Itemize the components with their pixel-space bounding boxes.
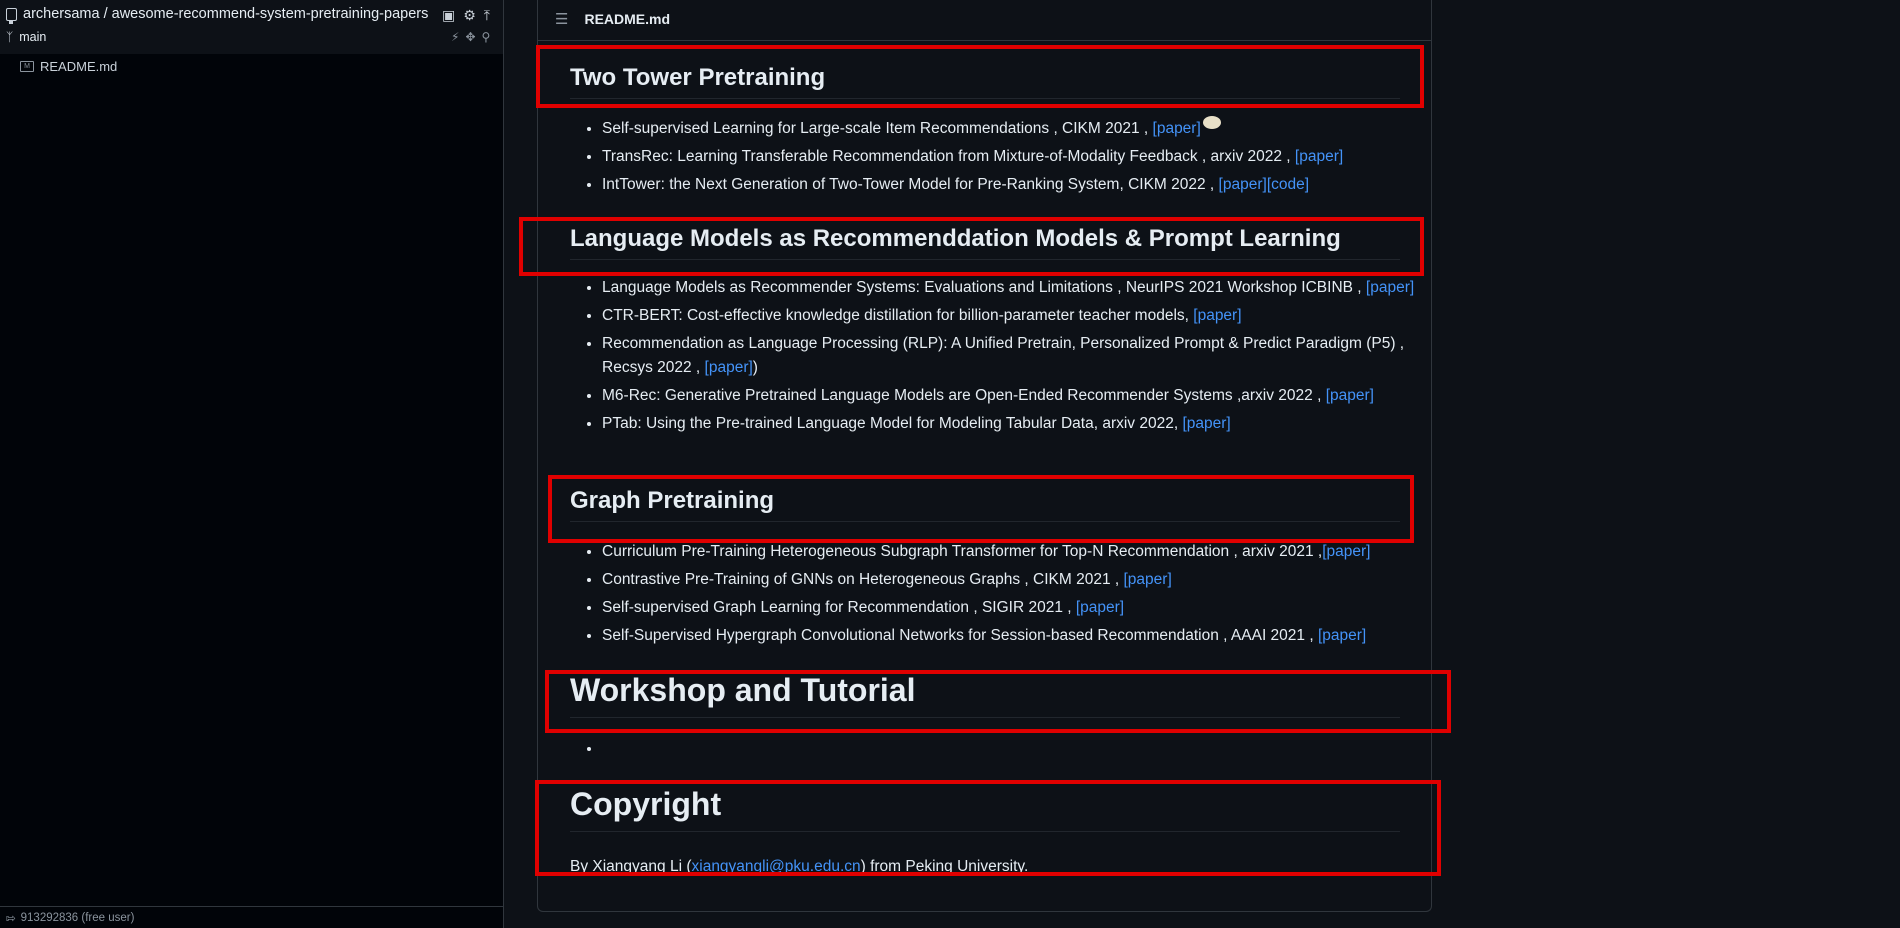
zap-icon[interactable]: ⚡ (451, 30, 459, 44)
branch-row[interactable]: ᛉ main (6, 30, 46, 44)
copyright-text: By Xiangyang Li (xiangyangli@pku.edu.cn)… (570, 858, 1028, 876)
list-item: Curriculum Pre-Training Heterogeneous Su… (602, 540, 1432, 564)
list-item: M6-Rec: Generative Pretrained Language M… (602, 384, 1432, 408)
heading-two-tower: Two Tower Pretraining (570, 64, 1400, 99)
heading-workshop: Workshop and Tutorial (570, 672, 1400, 718)
list-item: Language Models as Recommender Systems: … (602, 276, 1432, 300)
item-text: Language Models as Recommender Systems: … (602, 279, 1366, 296)
code-link[interactable]: [code] (1267, 176, 1309, 193)
item-text: Self-supervised Graph Learning for Recom… (602, 599, 1076, 616)
item-text: Contrastive Pre-Training of GNNs on Hete… (602, 571, 1124, 588)
move-icon[interactable]: ✥ (465, 30, 475, 44)
branch-icon: ᛉ (6, 30, 14, 44)
repo-title[interactable]: archersama / awesome-recommend-system-pr… (23, 6, 428, 22)
list-item-empty (602, 737, 1432, 761)
repo-icon (6, 7, 17, 24)
repo-title-row[interactable]: archersama / awesome-recommend-system-pr… (6, 6, 428, 24)
item-suffix: ) (752, 359, 758, 376)
list-workshop (570, 737, 1432, 765)
list-item: CTR-BERT: Cost-effective knowledge disti… (602, 304, 1432, 328)
paper-link[interactable]: [paper] (1076, 599, 1124, 616)
list-icon[interactable]: ☰ (555, 10, 568, 28)
list-item: Contrastive Pre-Training of GNNs on Hete… (602, 568, 1432, 592)
copyright-from: ) from Peking University. (860, 858, 1029, 875)
list-item: Self-supervised Learning for Large-scale… (602, 116, 1432, 141)
email-link[interactable]: xiangyangli@pku.edu.cn (692, 858, 861, 875)
tree-item-label: README.md (40, 59, 118, 74)
paper-link[interactable]: [paper] (1326, 387, 1374, 404)
paper-link[interactable]: [paper] (1366, 279, 1414, 296)
sign-in-icon[interactable]: ⇰ (6, 911, 16, 925)
readme-title[interactable]: README.md (584, 11, 670, 27)
item-text: IntTower: the Next Generation of Two-Tow… (602, 176, 1219, 193)
item-text: PTab: Using the Pre-trained Language Mod… (602, 415, 1183, 432)
list-item: Self-Supervised Hypergraph Convolutional… (602, 624, 1432, 648)
list-item: IntTower: the Next Generation of Two-Tow… (602, 173, 1432, 197)
item-text: TransRec: Learning Transferable Recommen… (602, 148, 1295, 165)
paper-link[interactable]: [paper] (705, 359, 753, 376)
item-text: Curriculum Pre-Training Heterogeneous Su… (602, 543, 1323, 560)
heading-copyright: Copyright (570, 786, 1400, 832)
header-actions: ▣ ⚙ ⤒ (442, 7, 490, 24)
heading-graph-pretraining: Graph Pretraining (570, 487, 1400, 522)
sidebar-footer: ⇰ 913292836 (free user) (0, 906, 503, 928)
item-text: CTR-BERT: Cost-effective knowledge disti… (602, 307, 1194, 324)
item-text: Self-supervised Learning for Large-scale… (602, 120, 1153, 137)
item-text: Self-Supervised Hypergraph Convolutional… (602, 627, 1318, 644)
emoji-icon (1202, 116, 1221, 129)
pin-icon[interactable]: ⤒ (484, 7, 490, 24)
markdown-file-icon: M (20, 61, 34, 72)
paper-link[interactable]: [paper] (1219, 176, 1267, 193)
sidebar-header: archersama / awesome-recommend-system-pr… (0, 0, 503, 54)
paper-link[interactable]: [paper] (1295, 148, 1343, 165)
search-icon[interactable]: ⚲ (482, 30, 491, 44)
footer-user[interactable]: 913292836 (free user) (21, 912, 135, 924)
branch-actions: ⚡ ✥ ⚲ (451, 30, 490, 44)
readme-panel: ☰ README.md Two Tower Pretraining Self-s… (537, 0, 1432, 912)
gear-icon[interactable]: ⚙ (463, 7, 476, 24)
file-tree-sidebar: archersama / awesome-recommend-system-pr… (0, 0, 504, 928)
paper-link[interactable]: [paper] (1153, 120, 1201, 137)
list-item: TransRec: Learning Transferable Recommen… (602, 145, 1432, 169)
list-item: Self-supervised Graph Learning for Recom… (602, 596, 1432, 620)
paper-link[interactable]: [paper] (1182, 415, 1230, 432)
heading-language-models: Language Models as Recommenddation Model… (570, 225, 1400, 260)
list-item: Recommendation as Language Processing (R… (602, 332, 1432, 380)
branch-name[interactable]: main (19, 30, 46, 44)
paper-link[interactable]: [paper] (1193, 307, 1241, 324)
list-language-models: Language Models as Recommender Systems: … (570, 276, 1432, 440)
paper-link[interactable]: [paper] (1322, 543, 1370, 560)
paper-link[interactable]: [paper] (1318, 627, 1366, 644)
list-graph-pretraining: Curriculum Pre-Training Heterogeneous Su… (570, 540, 1432, 652)
item-text: M6-Rec: Generative Pretrained Language M… (602, 387, 1326, 404)
copyright-by: By Xiangyang Li ( (570, 858, 692, 875)
paper-link[interactable]: [paper] (1124, 571, 1172, 588)
list-two-tower: Self-supervised Learning for Large-scale… (570, 116, 1432, 201)
list-item: PTab: Using the Pre-trained Language Mod… (602, 412, 1432, 436)
readme-header: ☰ README.md (538, 0, 1431, 41)
bookmark-icon[interactable]: ▣ (442, 7, 455, 24)
tree-item-readme[interactable]: M README.md (20, 59, 117, 74)
